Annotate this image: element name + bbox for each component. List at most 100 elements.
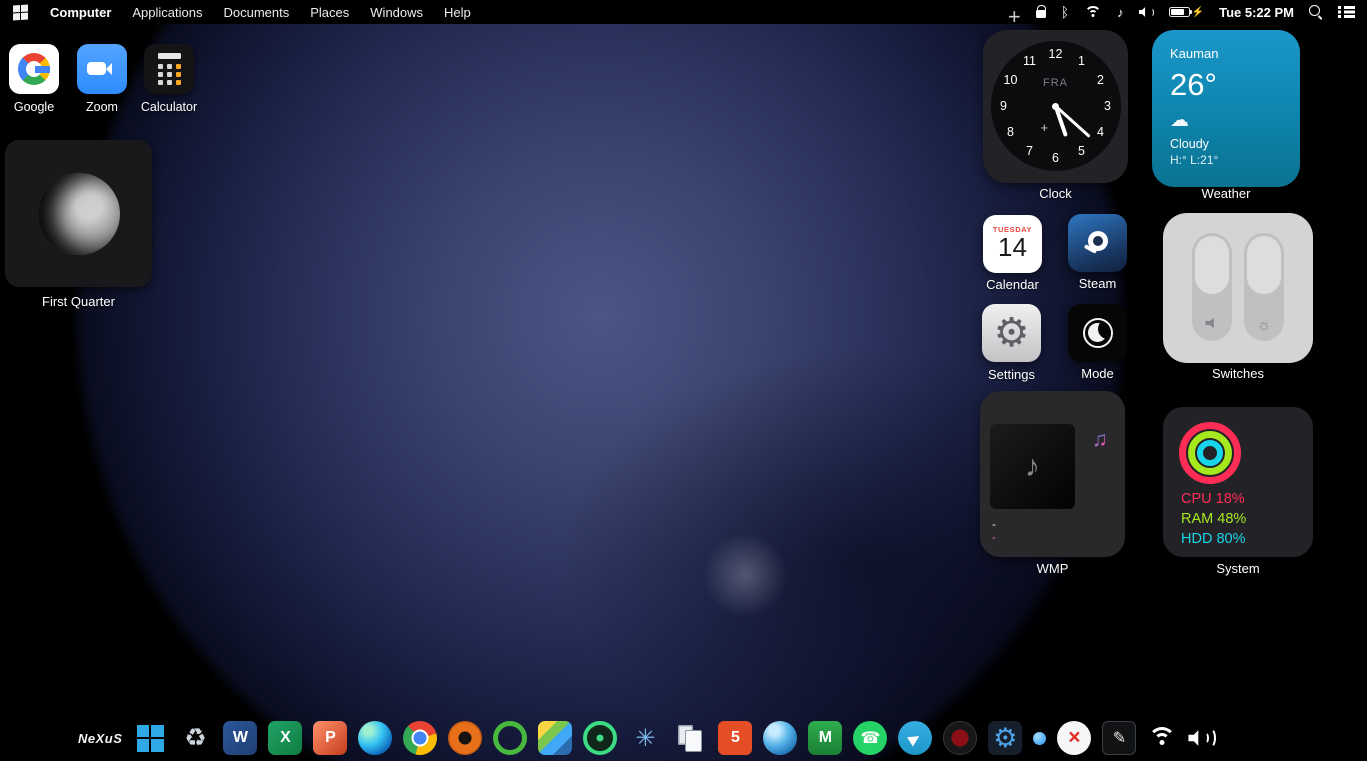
red-x-app-icon[interactable]: × bbox=[1057, 721, 1091, 755]
zoom-icon bbox=[77, 44, 127, 94]
android-studio-icon[interactable] bbox=[583, 721, 617, 755]
lock-icon[interactable] bbox=[1036, 10, 1046, 18]
menu-places[interactable]: Places bbox=[310, 5, 349, 20]
menu-applications[interactable]: Applications bbox=[132, 5, 202, 20]
desktop-icon-google[interactable]: Google bbox=[1, 44, 67, 114]
pencil-icon: ✎ bbox=[1113, 728, 1126, 748]
weather-temperature: 26° bbox=[1170, 67, 1300, 103]
start-menu-icon[interactable] bbox=[133, 721, 167, 755]
wmp-track-title: - bbox=[992, 517, 996, 531]
mode-widget[interactable] bbox=[1068, 304, 1127, 362]
desktop-icon-calculator[interactable]: Calculator bbox=[136, 44, 202, 114]
edge-browser-icon[interactable] bbox=[358, 721, 392, 755]
moon-image bbox=[38, 173, 120, 255]
activity-rings-icon bbox=[1179, 422, 1241, 484]
color-layers-app-icon[interactable] bbox=[538, 721, 572, 755]
chrome-browser-icon[interactable] bbox=[403, 721, 437, 755]
telegram-icon[interactable]: ▶ bbox=[898, 721, 932, 755]
settings-gear-icon[interactable]: ⚙ bbox=[988, 721, 1022, 755]
clock-number: 7 bbox=[1022, 144, 1038, 158]
excel-icon[interactable]: X bbox=[268, 721, 302, 755]
wmp-widget[interactable]: ♪ ♫ - - bbox=[980, 391, 1125, 557]
calendar-widget[interactable]: TUESDAY 14 bbox=[983, 215, 1042, 273]
system-widget[interactable]: CPU 18% RAM 48% HDD 80% bbox=[1163, 407, 1313, 557]
clock-plus-mark: + bbox=[1041, 120, 1049, 135]
taskbar: NeXuS ♻ W X P ✳ 5 M ☎ ▶ ⚙ × ✎ bbox=[78, 716, 1218, 760]
desktop: Computer Applications Documents Places W… bbox=[0, 0, 1367, 761]
screen-recorder-icon[interactable] bbox=[943, 721, 977, 755]
powerpoint-icon[interactable]: P bbox=[313, 721, 347, 755]
menu-windows[interactable]: Windows bbox=[370, 5, 423, 20]
settings-widget[interactable]: ⚙ bbox=[982, 304, 1041, 362]
menu-computer[interactable]: Computer bbox=[50, 5, 111, 20]
desktop-icon-zoom[interactable]: Zoom bbox=[69, 44, 135, 114]
html5-app-icon[interactable]: 5 bbox=[718, 721, 752, 755]
pen-tool-app-icon[interactable]: ✎ bbox=[1102, 721, 1136, 755]
blue-snowflake-app-icon[interactable]: ✳ bbox=[628, 721, 662, 755]
clock-number: 8 bbox=[1003, 125, 1019, 139]
nexus-dock-logo[interactable]: NeXuS bbox=[78, 721, 122, 755]
switches-widget-label: Switches bbox=[1163, 366, 1313, 381]
clock-face: 12 1 2 3 4 5 6 7 8 9 10 11 FRA + bbox=[991, 41, 1121, 171]
documents-copy-icon[interactable] bbox=[673, 721, 707, 755]
battery-icon[interactable]: ⚡ bbox=[1169, 7, 1204, 18]
google-icon bbox=[9, 44, 59, 94]
windows-logo-icon[interactable] bbox=[13, 4, 28, 20]
clock-center-cap bbox=[1052, 103, 1059, 110]
menu-list-icon[interactable] bbox=[1338, 6, 1355, 19]
volume-speaker-icon[interactable] bbox=[1188, 725, 1218, 751]
orange-swirl-app-icon[interactable] bbox=[448, 721, 482, 755]
music-note-icon[interactable]: ♪ bbox=[1117, 5, 1124, 20]
calculator-label: Calculator bbox=[136, 100, 202, 114]
clock-number: 1 bbox=[1074, 54, 1090, 68]
search-icon[interactable] bbox=[1309, 5, 1323, 19]
calendar-day: 14 bbox=[998, 234, 1027, 261]
menu-help[interactable]: Help bbox=[444, 5, 471, 20]
wmp-widget-label: WMP bbox=[980, 561, 1125, 576]
speaker-icon[interactable] bbox=[1139, 6, 1154, 19]
wifi-signal-icon[interactable] bbox=[1147, 727, 1177, 750]
bluetooth-icon[interactable]: ᛒ bbox=[1061, 4, 1069, 20]
gear-icon: ⚙ bbox=[993, 725, 1017, 752]
brightness-toggle[interactable]: ☼ bbox=[1244, 233, 1284, 341]
clock-widget[interactable]: 12 1 2 3 4 5 6 7 8 9 10 11 FRA + bbox=[983, 30, 1128, 183]
menubar-menus: Computer Applications Documents Places W… bbox=[50, 5, 471, 20]
menu-documents[interactable]: Documents bbox=[224, 5, 290, 20]
weather-widget-label: Weather bbox=[1152, 186, 1300, 201]
music-note-icon: ♪ bbox=[1025, 450, 1040, 484]
calculator-icon bbox=[144, 44, 194, 94]
clock-widget-label: Clock bbox=[983, 186, 1128, 201]
steam-widget[interactable] bbox=[1068, 214, 1127, 272]
cpu-usage: CPU 18% bbox=[1181, 491, 1245, 507]
green-ring-app-icon[interactable] bbox=[493, 721, 527, 755]
first-quarter-widget[interactable] bbox=[5, 140, 152, 287]
whatsapp-icon[interactable]: ☎ bbox=[853, 721, 887, 755]
switches-widget: ☼ bbox=[1163, 213, 1313, 363]
itunes-note-icon: ♫ bbox=[1092, 428, 1108, 452]
weather-condition: Cloudy bbox=[1170, 137, 1300, 151]
green-m-app-icon[interactable]: M bbox=[808, 721, 842, 755]
settings-widget-label: Settings bbox=[982, 367, 1041, 382]
steam-icon bbox=[1085, 230, 1111, 256]
word-icon[interactable]: W bbox=[223, 721, 257, 755]
brightness-icon: ☼ bbox=[1244, 318, 1284, 334]
wifi-icon[interactable] bbox=[1084, 6, 1102, 19]
recycle-bin-icon[interactable]: ♻ bbox=[178, 721, 212, 755]
weather-widget[interactable]: Kauman 26° ☁ Cloudy H:° L:21° bbox=[1152, 30, 1300, 187]
menubar: Computer Applications Documents Places W… bbox=[0, 0, 1367, 24]
menubar-status-area: + ᛒ ♪ ⚡ Tue 5:22 PM bbox=[1008, 2, 1355, 22]
mode-icon bbox=[1083, 318, 1113, 348]
background-app-dot-icon[interactable] bbox=[1033, 732, 1046, 745]
wmp-track-artist: - bbox=[992, 532, 996, 544]
paper-plane-icon: ▶ bbox=[906, 729, 923, 748]
clock-number: 4 bbox=[1093, 125, 1109, 139]
menubar-clock[interactable]: Tue 5:22 PM bbox=[1219, 5, 1294, 20]
clock-number: 6 bbox=[1048, 151, 1064, 165]
volume-toggle[interactable] bbox=[1192, 233, 1232, 341]
cloud-icon: ☁ bbox=[1170, 109, 1300, 132]
weather-city: Kauman bbox=[1170, 46, 1300, 61]
first-quarter-label: First Quarter bbox=[5, 294, 152, 309]
blue-sphere-app-icon[interactable] bbox=[763, 721, 797, 755]
google-label: Google bbox=[1, 100, 67, 114]
speaker-icon bbox=[1206, 317, 1219, 329]
